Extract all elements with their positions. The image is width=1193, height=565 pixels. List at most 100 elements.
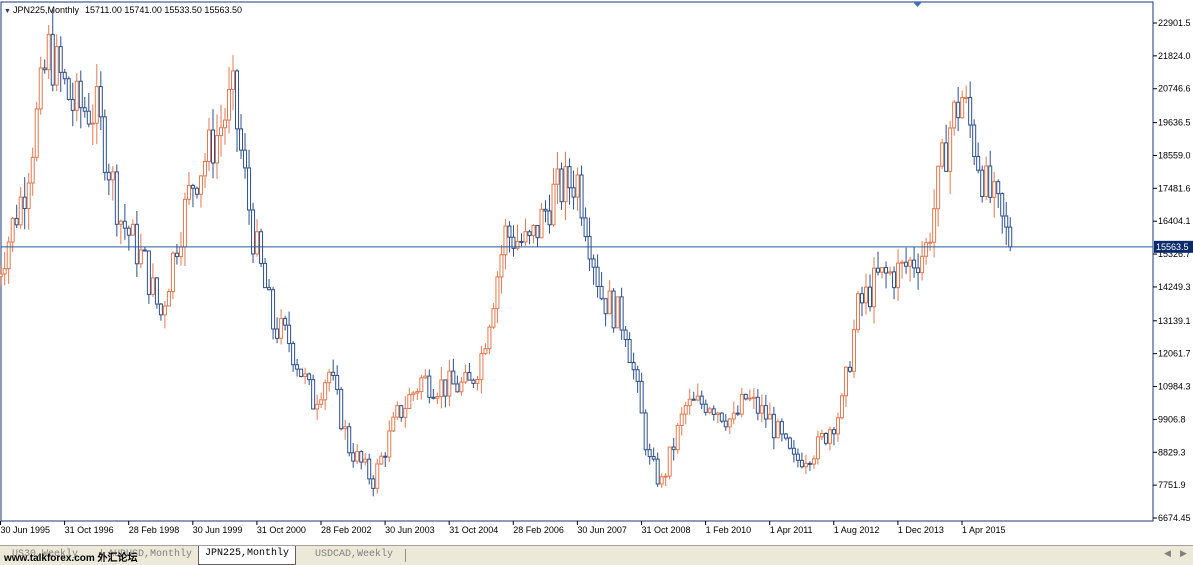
candle-body xyxy=(948,127,953,172)
candle-body xyxy=(343,426,348,430)
y-tick-label: 14249.3 xyxy=(1158,282,1191,292)
candle-body xyxy=(227,89,232,121)
candle-body xyxy=(327,371,332,384)
candle-body xyxy=(94,86,99,124)
candle-body xyxy=(495,276,500,310)
candle-body xyxy=(42,67,47,71)
candle-body xyxy=(819,433,824,438)
collapse-triangle-icon[interactable]: ▼ xyxy=(4,8,11,15)
candle-body xyxy=(956,101,961,119)
candle-body xyxy=(471,379,476,384)
candle-body xyxy=(1004,215,1009,228)
candle-body xyxy=(363,458,368,463)
tab-usdcad-weekly[interactable]: USDCAD,Weekly xyxy=(309,547,399,564)
candle-body xyxy=(960,97,965,119)
candle-body xyxy=(940,142,945,167)
candle-body xyxy=(827,429,832,444)
candle-body xyxy=(283,317,288,326)
candle-body xyxy=(130,223,135,236)
chart-shift-marker-icon[interactable] xyxy=(913,2,922,7)
candle-body xyxy=(847,366,852,372)
candle-body xyxy=(843,366,848,397)
candle-body xyxy=(90,122,95,125)
candle-body xyxy=(543,208,548,212)
candle-body xyxy=(815,436,820,460)
candle-body xyxy=(503,225,508,256)
candle-body xyxy=(563,166,568,203)
candle-body xyxy=(799,459,804,468)
candle-body xyxy=(575,174,580,198)
candle-body xyxy=(711,408,716,415)
scroll-right-icon[interactable]: ▶ xyxy=(1180,548,1187,559)
tab-label: USDCAD,Weekly xyxy=(315,549,394,560)
x-tick-label: 30 Jun 1995 xyxy=(1,525,51,535)
y-tick-label: 13139.1 xyxy=(1158,316,1191,326)
candle-body xyxy=(647,449,652,458)
candle-body xyxy=(247,167,252,211)
y-tick-label: 21824.0 xyxy=(1158,51,1191,61)
candle-body xyxy=(695,395,700,401)
y-tick-label: 17481.6 xyxy=(1158,183,1191,193)
candle-body xyxy=(307,373,312,381)
candle-body xyxy=(1000,193,1005,217)
x-tick-label: 30 Jun 2003 xyxy=(385,525,435,535)
ohlc-values: 15711.00 15741.00 15533.50 15563.50 xyxy=(84,5,242,15)
candle-body xyxy=(587,236,592,260)
y-tick-label: 19636.5 xyxy=(1158,118,1191,128)
candle-body xyxy=(559,168,564,203)
candle-body xyxy=(988,165,993,198)
x-tick-label: 1 Dec 2013 xyxy=(898,525,944,535)
candle-body xyxy=(984,165,989,198)
chart-area[interactable]: 22901.5 21824.0 20746.6 19636.5 18559.0 17481… xyxy=(0,0,1193,545)
candle-body xyxy=(74,80,79,111)
candle-body xyxy=(447,370,452,397)
candle-body xyxy=(487,326,492,350)
candle-body xyxy=(483,348,488,355)
candle-body xyxy=(599,285,604,300)
candle-body xyxy=(311,379,316,410)
y-tick-label: 16404.1 xyxy=(1158,216,1191,226)
candle-body xyxy=(763,405,768,420)
candle-body xyxy=(295,364,300,370)
y-tick-label: 8829.3 xyxy=(1158,447,1186,457)
candle-body xyxy=(210,129,215,164)
candle-body xyxy=(603,298,608,315)
candle-body xyxy=(287,324,292,345)
candle-body xyxy=(6,241,11,270)
candle-body xyxy=(26,182,31,210)
candle-body xyxy=(535,225,540,239)
scroll-left-icon[interactable]: ◀ xyxy=(1164,548,1171,559)
candle-body xyxy=(243,149,248,169)
candle-body xyxy=(54,46,59,86)
candle-body xyxy=(387,430,392,458)
candlestick-chart[interactable]: 22901.5 21824.0 20746.6 19636.5 18559.0 17481… xyxy=(0,0,1193,545)
candle-body xyxy=(279,317,284,339)
candle-body xyxy=(375,463,380,489)
candle-body xyxy=(106,171,111,181)
candle-body xyxy=(411,392,416,396)
tab-label: JPN225,Monthly xyxy=(205,548,290,559)
candle-body xyxy=(259,231,264,264)
candle-body xyxy=(58,46,63,73)
candle-body xyxy=(691,398,696,401)
candle-body xyxy=(158,303,163,316)
candle-body xyxy=(299,368,304,378)
x-tick-label: 31 Oct 1996 xyxy=(65,525,114,535)
candle-body xyxy=(663,475,668,478)
candle-body xyxy=(912,259,917,269)
candle-body xyxy=(831,429,836,435)
candle-body xyxy=(579,174,584,219)
tab-jpn225-monthly[interactable]: JPN225,Monthly xyxy=(198,546,297,565)
x-tick-label: 1 Apr 2011 xyxy=(770,525,813,535)
candle-body xyxy=(34,108,39,158)
candle-body xyxy=(102,116,107,173)
candle-body xyxy=(223,119,228,129)
candle-body xyxy=(888,271,893,274)
candle-body xyxy=(783,433,788,439)
candle-body xyxy=(194,187,199,195)
candle-body xyxy=(214,135,219,164)
candle-body xyxy=(523,231,528,243)
tab-separator xyxy=(405,549,406,562)
candle-body xyxy=(10,217,15,243)
candle-body xyxy=(900,261,905,264)
